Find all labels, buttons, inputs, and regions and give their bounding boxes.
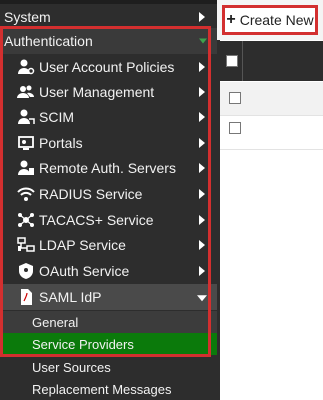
sidebar-item-saml-idp[interactable]: SAML IdP (0, 284, 217, 310)
row-checkbox[interactable] (229, 122, 241, 134)
chevron-right-icon (199, 87, 205, 97)
sidebar-nav: System Authentication User Account Polic… (0, 0, 217, 400)
create-new-button[interactable]: + Create New (222, 5, 318, 35)
hierarchy-icon (16, 235, 36, 255)
chevron-right-icon (199, 240, 205, 250)
sidebar-item-label: SAML IdP (39, 289, 102, 305)
sidebar-item-general[interactable]: General (0, 311, 217, 333)
sidebar-item-label: User Account Policies (39, 59, 175, 75)
portal-icon (16, 133, 36, 153)
chevron-right-icon (199, 62, 205, 72)
user-sync-icon (16, 107, 36, 127)
sidebar-item-oauth-service[interactable]: OAuth Service (0, 258, 217, 284)
column-separator (242, 41, 243, 81)
sidebar-item-ldap-service[interactable]: LDAP Service (0, 232, 217, 258)
users-icon (16, 82, 36, 102)
chevron-right-icon (199, 189, 205, 199)
sidebar-item-radius-service[interactable]: RADIUS Service (0, 181, 217, 207)
chevron-right-icon (199, 138, 205, 148)
sidebar-item-label: General (32, 314, 79, 330)
sidebar-item-label: User Management (39, 84, 155, 100)
sidebar-item-label: LDAP Service (39, 237, 126, 253)
sidebar-item-label: Authentication (4, 33, 93, 49)
sidebar-item-label: Portals (39, 135, 83, 151)
table-header (220, 41, 323, 81)
sidebar-item-system[interactable]: System (0, 4, 217, 30)
chevron-right-icon (199, 163, 205, 173)
pdf-file-icon (16, 287, 36, 307)
sidebar-item-label: Service Providers (32, 336, 134, 352)
user-gear-icon (16, 57, 36, 77)
sidebar-item-label: User Sources (32, 359, 111, 375)
content-pane: + Create New (217, 0, 323, 400)
sidebar-item-label: RADIUS Service (39, 186, 143, 202)
table-row[interactable] (220, 116, 323, 150)
sidebar-item-scim[interactable]: SCIM (0, 104, 217, 130)
sidebar-item-replacement-messages[interactable]: Replacement Messages (0, 378, 217, 400)
chevron-down-icon (197, 295, 207, 302)
remote-server-icon (16, 158, 36, 178)
sidebar-item-remote-auth-servers[interactable]: Remote Auth. Servers (0, 155, 217, 181)
chevron-right-icon (199, 215, 205, 225)
chevron-down-icon (199, 38, 207, 44)
sidebar-item-user-management[interactable]: User Management (0, 79, 217, 105)
select-all-checkbox[interactable] (226, 55, 238, 67)
sidebar-item-service-providers[interactable]: Service Providers (0, 333, 217, 355)
create-new-label: Create New (239, 12, 314, 28)
sidebar-item-label: TACACS+ Service (39, 212, 154, 228)
chevron-right-icon (199, 266, 205, 276)
row-checkbox[interactable] (229, 92, 241, 104)
sidebar-item-label: System (4, 9, 51, 25)
toolbar: + Create New (217, 0, 323, 40)
sidebar-item-label: OAuth Service (39, 263, 130, 279)
sidebar-item-label: Replacement Messages (32, 381, 172, 397)
sidebar-item-user-account-policies[interactable]: User Account Policies (0, 54, 217, 80)
network-icon (16, 210, 36, 230)
sidebar-item-label: SCIM (39, 109, 74, 125)
plus-icon: + (226, 11, 236, 28)
chevron-right-icon (199, 112, 205, 122)
sidebar-item-label: Remote Auth. Servers (39, 160, 176, 176)
table-row[interactable] (220, 82, 323, 116)
chevron-right-icon (199, 12, 205, 22)
sidebar-item-portals[interactable]: Portals (0, 130, 217, 156)
wifi-icon (16, 184, 36, 204)
sidebar-item-authentication[interactable]: Authentication (0, 28, 217, 54)
sidebar-item-user-sources[interactable]: User Sources (0, 356, 217, 378)
shield-icon (16, 261, 36, 281)
sidebar-item-tacacs-service[interactable]: TACACS+ Service (0, 207, 217, 233)
